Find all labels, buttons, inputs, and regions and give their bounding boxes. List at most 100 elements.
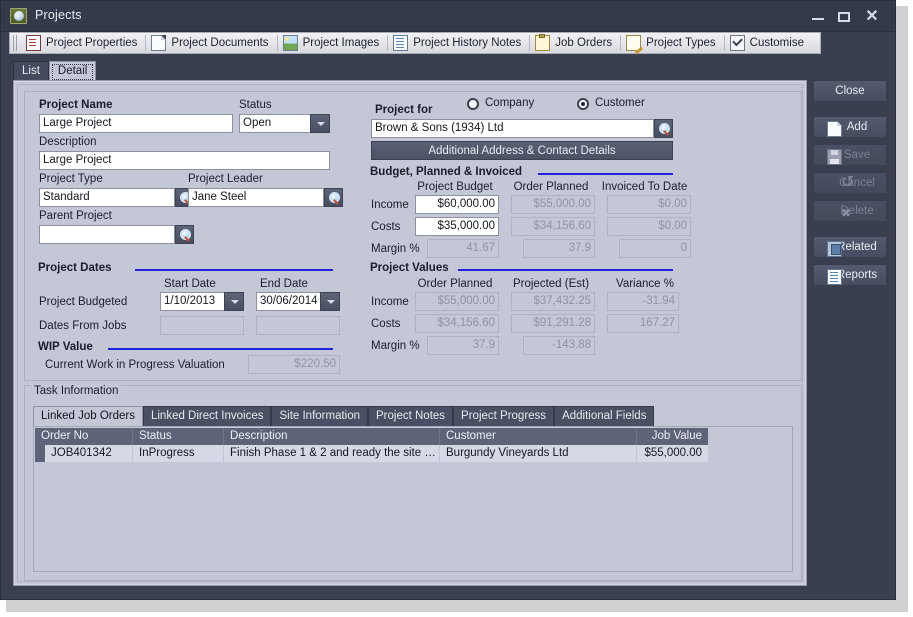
task-information-box: Task Information Linked Job Orders Linke… <box>24 385 802 581</box>
budget-row-costs-label: Costs <box>371 221 400 233</box>
add-button[interactable]: Add <box>813 116 887 138</box>
toolbar-item-project-properties[interactable]: Project Properties <box>22 33 144 53</box>
maximize-icon[interactable] <box>835 9 853 25</box>
project-leader-lookup[interactable]: Jane Steel <box>188 188 343 207</box>
calendar-dropdown-icon[interactable] <box>320 292 340 311</box>
values-col-variance: Variance % <box>603 278 687 290</box>
customer-lookup[interactable]: Brown & Sons (1934) Ltd <box>371 119 673 138</box>
cancel-icon <box>827 177 840 191</box>
radio-company-label: Company <box>485 97 534 109</box>
table-row[interactable]: JOB401342 InProgress Finish Phase 1 & 2 … <box>35 445 708 462</box>
toolbar-grip[interactable] <box>13 35 19 51</box>
view-tabs: List Detail <box>13 61 96 80</box>
dates-from-jobs-start <box>160 316 244 335</box>
additional-address-contact-button[interactable]: Additional Address & Contact Details <box>371 141 673 160</box>
toolbar-item-project-types[interactable]: Project Types <box>622 33 722 53</box>
values-income-order-planned: $55,000.00 <box>415 292 499 311</box>
wip-label: Current Work in Progress Valuation <box>45 359 225 371</box>
grid-col-order-no[interactable]: Order No <box>35 428 133 445</box>
budget-income-project-budget[interactable]: $60,000.00 <box>415 195 499 214</box>
task-tabs: Linked Job Orders Linked Direct Invoices… <box>33 406 654 426</box>
budget-rule <box>538 173 673 175</box>
toolbar-separator <box>620 35 621 51</box>
values-row-income-label: Income <box>371 296 409 308</box>
toolbar-item-project-documents[interactable]: Project Documents <box>147 33 275 53</box>
tab-detail[interactable]: Detail <box>49 61 96 81</box>
calendar-dropdown-icon[interactable] <box>224 292 244 311</box>
budget-col-project-budget: Project Budget <box>411 181 499 193</box>
reports-button-label: Reports <box>837 269 877 281</box>
delete-icon <box>827 205 840 219</box>
tab-linked-direct-invoices[interactable]: Linked Direct Invoices <box>143 406 272 426</box>
related-button[interactable]: Related <box>813 236 887 258</box>
tab-project-progress[interactable]: Project Progress <box>453 406 554 426</box>
document-icon <box>151 35 166 51</box>
parent-project-value <box>39 225 175 244</box>
budget-margin-project-budget: 41.67 <box>427 239 499 258</box>
grid-col-status[interactable]: Status <box>133 428 224 445</box>
toolbar-item-customise[interactable]: Customise <box>726 33 811 53</box>
clipboard-icon <box>535 35 550 51</box>
parent-project-lookup[interactable] <box>39 225 194 244</box>
parent-project-label: Parent Project <box>39 210 112 222</box>
tab-additional-fields[interactable]: Additional Fields <box>554 406 654 426</box>
toolbar-item-project-history-notes[interactable]: Project History Notes <box>389 33 528 53</box>
grid-col-customer[interactable]: Customer <box>440 428 637 445</box>
budget-income-order-planned: $55,000.00 <box>511 195 595 214</box>
project-budgeted-end-date[interactable]: 30/06/2014 <box>256 292 340 311</box>
status-label: Status <box>239 99 272 111</box>
toolbar-separator <box>145 35 146 51</box>
close-icon[interactable]: ✕ <box>863 9 881 25</box>
end-date-column-label: End Date <box>260 278 308 290</box>
project-type-lookup[interactable]: Standard <box>39 188 194 207</box>
cancel-button[interactable]: Cancel <box>813 172 887 194</box>
description-input[interactable]: Large Project <box>39 151 330 170</box>
grid-col-job-value[interactable]: Job Value <box>637 428 708 445</box>
budget-costs-order-planned: $34,156.60 <box>511 217 595 236</box>
tab-linked-job-orders[interactable]: Linked Job Orders <box>33 406 143 426</box>
budget-margin-invoiced: 0 <box>619 239 691 258</box>
search-icon[interactable] <box>654 119 673 138</box>
reports-button[interactable]: Reports <box>813 264 887 286</box>
add-button-label: Add <box>847 121 867 133</box>
project-budgeted-start-date[interactable]: 1/10/2013 <box>160 292 244 311</box>
close-button[interactable]: Close <box>813 80 887 102</box>
budget-costs-project-budget[interactable]: $35,000.00 <box>415 217 499 236</box>
cell-description: Finish Phase 1 & 2 and ready the site fo… <box>224 445 440 462</box>
radio-customer-label: Customer <box>595 97 645 109</box>
image-icon <box>283 35 298 51</box>
radio-customer[interactable]: Customer <box>577 97 667 113</box>
toolbar-label: Job Orders <box>555 37 612 49</box>
values-costs-projected: $91,291.28 <box>511 314 595 333</box>
search-icon[interactable] <box>324 188 343 207</box>
radio-company[interactable]: Company <box>467 97 557 113</box>
toolbar-item-job-orders[interactable]: Job Orders <box>531 33 619 53</box>
minimize-icon[interactable] <box>809 9 827 25</box>
dates-from-jobs-end <box>256 316 340 335</box>
save-button[interactable]: Save <box>813 144 887 166</box>
toolbar-label: Customise <box>750 37 804 49</box>
chevron-down-icon[interactable] <box>310 114 330 133</box>
related-button-label: Related <box>837 241 877 253</box>
row-selector[interactable] <box>35 445 45 462</box>
cell-order-no: JOB401342 <box>45 445 133 462</box>
grid-col-description[interactable]: Description <box>224 428 440 445</box>
toolbar-separator <box>387 35 388 51</box>
tab-list[interactable]: List <box>13 61 49 80</box>
tab-project-notes[interactable]: Project Notes <box>368 406 453 426</box>
cell-job-value: $55,000.00 <box>637 445 708 462</box>
budget-row-margin-label: Margin % <box>371 243 420 255</box>
project-leader-value: Jane Steel <box>188 188 324 207</box>
delete-button[interactable]: Delete <box>813 200 887 222</box>
projects-window: Projects ✕ Project Properties Project Do… <box>0 0 896 600</box>
toolbar-item-project-images[interactable]: Project Images <box>279 33 387 53</box>
save-icon <box>827 149 842 165</box>
search-icon[interactable] <box>175 225 194 244</box>
tab-site-information[interactable]: Site Information <box>271 406 368 426</box>
reports-icon <box>827 269 842 285</box>
status-select[interactable]: Open <box>239 114 330 133</box>
job-orders-grid[interactable]: Order No Status Description Customer Job… <box>33 426 793 572</box>
project-name-input[interactable]: Large Project <box>39 114 233 133</box>
toolbar-label: Project Properties <box>46 37 137 49</box>
budget-margin-order-planned: 37.9 <box>523 239 595 258</box>
